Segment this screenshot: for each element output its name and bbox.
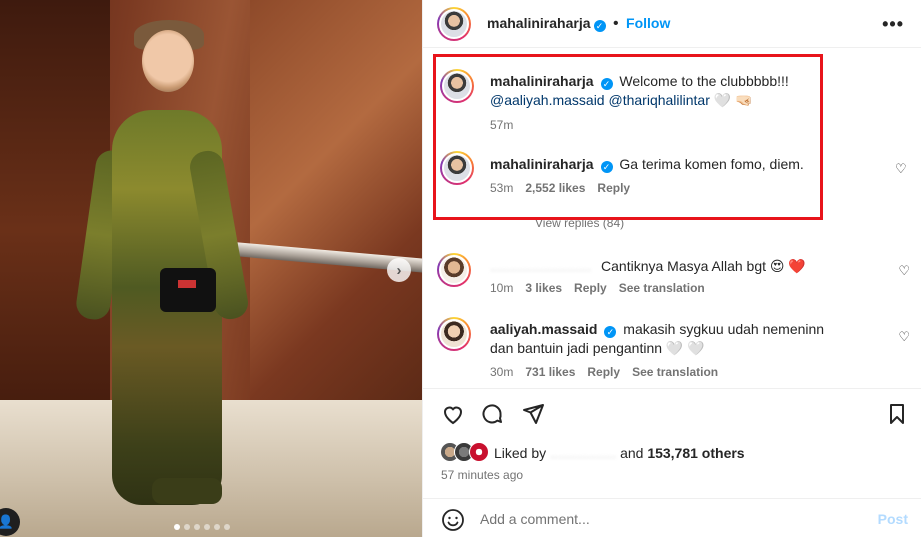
avatar-image bbox=[439, 9, 469, 39]
share-send-icon[interactable] bbox=[521, 402, 545, 426]
carousel-dot bbox=[194, 524, 200, 530]
carousel-dot bbox=[184, 524, 190, 530]
more-options-icon[interactable]: ••• bbox=[882, 14, 904, 35]
commenter-avatar[interactable] bbox=[440, 151, 474, 185]
like-comment-heart-icon[interactable]: ♡ bbox=[898, 263, 910, 279]
carousel-next-button[interactable]: › bbox=[387, 258, 411, 282]
carousel-dot bbox=[204, 524, 210, 530]
liker-avatar[interactable] bbox=[469, 442, 489, 462]
carousel-dot bbox=[174, 524, 180, 530]
comment-input-bar: Add a comment... Post bbox=[423, 498, 921, 537]
user-icon: 👤 bbox=[0, 514, 15, 529]
liked-by-text: Liked by ................. and 153,781 o… bbox=[494, 445, 745, 461]
comment-body: Cantiknya Masya Allah bgt 😍 ❤️ bbox=[601, 258, 806, 274]
reply-button[interactable]: Reply bbox=[587, 365, 620, 379]
photo-figure-head bbox=[142, 30, 194, 92]
carousel-dots bbox=[174, 524, 230, 530]
comment-text: .......................... Cantiknya Mas… bbox=[490, 257, 870, 276]
see-translation-button[interactable]: See translation bbox=[632, 365, 718, 379]
photo-bg-wall-right bbox=[250, 0, 422, 400]
comment-emoji: 🤍 🤜🏻 bbox=[713, 92, 753, 108]
commenter-avatar[interactable] bbox=[437, 317, 471, 351]
post-photo[interactable]: › 👤 bbox=[0, 0, 422, 537]
author-username[interactable]: mahaliniraharja bbox=[487, 15, 591, 31]
avatar-image bbox=[439, 319, 469, 349]
comment-meta: 53m 2,552 likes Reply bbox=[490, 181, 630, 195]
save-bookmark-icon[interactable] bbox=[885, 402, 909, 426]
add-comment-input[interactable]: Add a comment... bbox=[480, 511, 590, 527]
commenter-avatar[interactable] bbox=[437, 253, 471, 287]
post-time-ago[interactable]: 57 minutes ago bbox=[441, 468, 523, 482]
mention-link[interactable]: @aaliyah.massaid bbox=[490, 92, 605, 108]
liked-by-prefix: Liked by bbox=[494, 445, 547, 461]
avatar-image bbox=[439, 255, 469, 285]
avatar-image bbox=[442, 153, 472, 183]
comment-time[interactable]: 10m bbox=[490, 281, 513, 295]
comment-item: .......................... Cantiknya Mas… bbox=[423, 250, 921, 310]
comment-time[interactable]: 57m bbox=[490, 118, 513, 132]
header-user: mahaliniraharja ✓ • Follow bbox=[487, 15, 670, 33]
comment-username[interactable]: aaliyah.massaid bbox=[490, 321, 597, 337]
reply-button[interactable]: Reply bbox=[597, 181, 630, 195]
comment-text: aaliyah.massaid ✓ makasih sygkuu udah nem… bbox=[490, 320, 850, 358]
comment-bubble-icon[interactable] bbox=[480, 402, 504, 426]
emoji-smiley-icon[interactable] bbox=[441, 508, 465, 532]
post-comment-button[interactable]: Post bbox=[878, 511, 908, 527]
comment-username[interactable]: mahaliniraharja bbox=[490, 73, 594, 89]
liked-by-suffix: and bbox=[620, 445, 644, 461]
comment-item: aaliyah.massaid ✓ makasih sygkuu udah nem… bbox=[423, 313, 921, 383]
reply-button[interactable]: Reply bbox=[574, 281, 607, 295]
photo-clutch-bag bbox=[160, 268, 216, 312]
highlighted-comments-box: mahaliniraharja ✓ Welcome to the clubbbbb… bbox=[433, 54, 823, 220]
chevron-right-icon: › bbox=[396, 261, 402, 279]
verified-badge-icon: ✓ bbox=[600, 78, 613, 90]
like-heart-icon[interactable] bbox=[441, 402, 465, 426]
follow-button[interactable]: Follow bbox=[626, 15, 670, 31]
comment-time[interactable]: 53m bbox=[490, 181, 513, 195]
likes-count[interactable]: 153,781 others bbox=[647, 445, 744, 461]
like-comment-heart-icon[interactable]: ♡ bbox=[895, 161, 907, 177]
post-actions: Liked by ................. and 153,781 o… bbox=[423, 388, 921, 537]
comment-body: Ga terima komen fomo, diem. bbox=[619, 156, 804, 172]
comment-username-blurred[interactable]: .......................... bbox=[490, 258, 591, 274]
verified-badge-icon: ✓ bbox=[600, 161, 613, 173]
commenter-avatar[interactable] bbox=[440, 69, 474, 103]
comment-username[interactable]: mahaliniraharja bbox=[490, 156, 594, 172]
comment-meta: 57m bbox=[490, 118, 513, 132]
comment-text: mahaliniraharja ✓ Ga terima komen fomo, d… bbox=[490, 155, 810, 174]
comment-likes[interactable]: 3 likes bbox=[525, 281, 562, 295]
avatar-image bbox=[442, 71, 472, 101]
comment-meta: 10m 3 likes Reply See translation bbox=[490, 281, 705, 295]
mention-link[interactable]: @thariqhalilintar bbox=[609, 92, 710, 108]
comment-meta: 30m 731 likes Reply See translation bbox=[490, 365, 718, 379]
post-header: mahaliniraharja ✓ • Follow ••• bbox=[423, 0, 921, 48]
like-comment-heart-icon[interactable]: ♡ bbox=[898, 329, 910, 345]
author-avatar[interactable] bbox=[437, 7, 471, 41]
comment-likes[interactable]: 2,552 likes bbox=[525, 181, 585, 195]
verified-badge-icon: ✓ bbox=[604, 326, 617, 338]
see-translation-button[interactable]: See translation bbox=[619, 281, 705, 295]
comment-time[interactable]: 30m bbox=[490, 365, 513, 379]
separator-dot: • bbox=[612, 15, 619, 32]
carousel-dot bbox=[214, 524, 220, 530]
comment-text: mahaliniraharja ✓ Welcome to the clubbbbb… bbox=[490, 72, 810, 110]
instagram-post-view: › 👤 mahaliniraharja✓ • Follow ••• ..... bbox=[0, 0, 921, 537]
carousel-dot bbox=[224, 524, 230, 530]
liked-by-user-blurred[interactable]: ................. bbox=[550, 445, 616, 461]
verified-badge-icon: ✓ bbox=[593, 20, 606, 32]
photo-figure-shoes bbox=[152, 478, 222, 504]
comment-likes[interactable]: 731 likes bbox=[525, 365, 575, 379]
comment-body: Welcome to the clubbbbb!!! bbox=[619, 73, 789, 89]
